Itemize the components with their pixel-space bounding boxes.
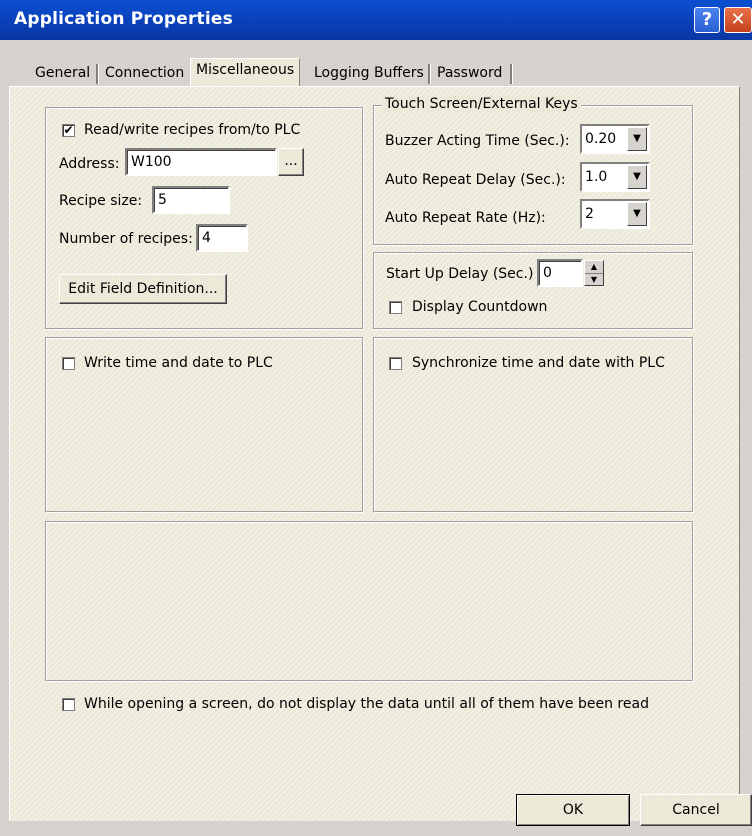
tab-miscellaneous[interactable]: Miscellaneous xyxy=(190,58,301,89)
auto-repeat-rate-label: Auto Repeat Rate (Hz): xyxy=(385,210,546,226)
auto-repeat-rate-value: 2 xyxy=(585,206,594,222)
tab-password[interactable]: Password xyxy=(432,62,507,86)
sync-time-checkbox[interactable] xyxy=(389,357,402,370)
chevron-down-icon[interactable]: ▼ xyxy=(627,127,647,151)
address-browse-button[interactable]: ... xyxy=(278,148,304,176)
defer-display-checkbox[interactable] xyxy=(62,698,75,711)
sync-time-label: Synchronize time and date with PLC xyxy=(412,355,665,371)
startup-delay-label: Start Up Delay (Sec.) xyxy=(386,266,534,282)
title-bar: Application Properties ? ✕ xyxy=(0,0,752,40)
startup-group xyxy=(373,252,693,329)
auto-repeat-delay-value: 1.0 xyxy=(585,169,608,185)
address-input[interactable]: W100 xyxy=(125,148,277,176)
address-label: Address: xyxy=(59,156,120,172)
spin-up-icon[interactable]: ▲ xyxy=(585,261,603,273)
tab-separator xyxy=(96,64,99,84)
touch-screen-legend: Touch Screen/External Keys xyxy=(382,96,581,112)
buzzer-time-select[interactable]: 0.20 ▼ xyxy=(580,124,650,154)
tab-logging-buffers[interactable]: Logging Buffers xyxy=(309,62,429,86)
tab-connection[interactable]: Connection xyxy=(100,62,189,86)
display-countdown-checkbox[interactable] xyxy=(389,301,402,314)
help-icon[interactable]: ? xyxy=(694,7,720,33)
auto-repeat-delay-select[interactable]: 1.0 ▼ xyxy=(580,162,650,192)
defer-display-label: While opening a screen, do not display t… xyxy=(84,696,649,712)
recipes-checkbox-label: Read/write recipes from/to PLC xyxy=(84,122,301,138)
buzzer-time-label: Buzzer Acting Time (Sec.): xyxy=(385,133,570,149)
startup-delay-input[interactable]: 0 xyxy=(537,259,583,287)
number-of-recipes-label: Number of recipes: xyxy=(59,231,193,247)
cancel-button[interactable]: Cancel xyxy=(640,794,752,826)
recipes-checkbox[interactable]: ✔ xyxy=(62,124,75,137)
window-title: Application Properties xyxy=(14,9,233,29)
chevron-down-icon[interactable]: ▼ xyxy=(627,202,647,226)
write-time-label: Write time and date to PLC xyxy=(84,355,273,371)
recipe-size-label: Recipe size: xyxy=(59,193,143,209)
auto-repeat-delay-label: Auto Repeat Delay (Sec.): xyxy=(385,172,566,188)
tab-separator xyxy=(510,64,513,84)
buzzer-time-value: 0.20 xyxy=(585,131,617,147)
number-of-recipes-input[interactable]: 4 xyxy=(196,224,248,252)
spin-down-icon[interactable]: ▼ xyxy=(585,273,603,286)
write-time-checkbox[interactable] xyxy=(62,357,75,370)
tab-separator xyxy=(428,64,431,84)
empty-group xyxy=(45,521,693,681)
edit-field-definition-button[interactable]: Edit Field Definition... xyxy=(59,274,227,304)
recipe-size-input[interactable]: 5 xyxy=(152,186,230,214)
tab-general[interactable]: General xyxy=(30,62,95,86)
auto-repeat-rate-select[interactable]: 2 ▼ xyxy=(580,199,650,229)
display-countdown-label: Display Countdown xyxy=(412,299,548,315)
close-icon[interactable]: ✕ xyxy=(724,7,752,33)
chevron-down-icon[interactable]: ▼ xyxy=(627,165,647,189)
startup-delay-spinner[interactable]: ▲ ▼ xyxy=(584,260,604,286)
ok-button[interactable]: OK xyxy=(516,794,630,826)
